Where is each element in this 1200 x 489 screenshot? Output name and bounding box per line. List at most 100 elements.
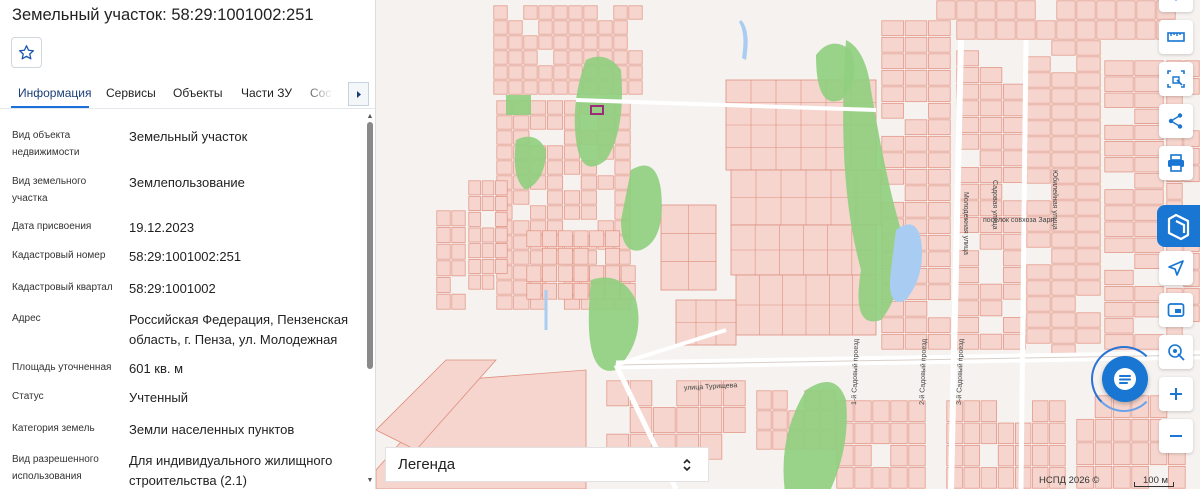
panel-scrollbar-thumb[interactable] — [367, 122, 373, 369]
legend-dropdown[interactable]: Легенда — [385, 447, 709, 482]
parcel — [605, 230, 620, 248]
parcel — [928, 102, 951, 119]
parcel — [956, 283, 979, 300]
parcel — [979, 283, 1003, 300]
parcel — [1003, 133, 1026, 150]
parcel — [468, 243, 481, 259]
parcel — [553, 20, 568, 35]
zoom-in-button[interactable] — [1159, 377, 1193, 411]
copyright-text: НСПД 2026 © — [1039, 475, 1100, 486]
parcel — [523, 65, 538, 80]
parcel — [493, 5, 508, 20]
share-button[interactable] — [1159, 104, 1193, 138]
zoom-out-icon — [1170, 435, 1182, 437]
tab-composition[interactable]: Состав — [310, 86, 350, 100]
parcel — [553, 5, 568, 20]
layers-button[interactable] — [1159, 293, 1193, 327]
tab-information[interactable]: Информация — [18, 86, 91, 100]
ruler-icon — [1167, 32, 1185, 42]
geolocation-button[interactable] — [1159, 335, 1193, 369]
parcel — [589, 230, 605, 248]
print-button[interactable] — [1159, 146, 1193, 180]
parcel — [1076, 216, 1101, 232]
nspd-panel-button[interactable] — [1157, 205, 1200, 247]
parcel — [530, 100, 547, 115]
tab-objects[interactable]: Объекты — [173, 86, 223, 100]
map-canvas[interactable]: улица ТурищеваМолодежная улица Садовая ул… — [376, 0, 1200, 489]
parcel — [1051, 248, 1076, 264]
parcel — [553, 65, 568, 80]
parcel — [979, 150, 1003, 167]
parcel — [538, 80, 553, 95]
field-label: Статус — [12, 391, 44, 402]
parcel — [563, 160, 580, 175]
scroll-up-arrow[interactable]: ▲ — [366, 112, 374, 120]
parcel — [563, 190, 580, 205]
navigate-button[interactable] — [1159, 251, 1193, 285]
parcel — [598, 20, 613, 35]
parcel — [997, 422, 1015, 445]
parcel — [872, 422, 890, 445]
parcel — [854, 444, 872, 467]
parcel — [1076, 232, 1101, 248]
cadastral-map[interactable]: улица Турищева Молодежная улица Садовая ул… — [376, 0, 1200, 489]
parcel — [1116, 0, 1136, 20]
parcel — [963, 467, 980, 489]
parcel — [1032, 444, 1049, 467]
parcel — [1116, 20, 1136, 40]
parcel — [1016, 20, 1036, 40]
select-area-button[interactable] — [1159, 62, 1193, 96]
parcel — [1026, 104, 1051, 120]
parcel — [1104, 189, 1134, 205]
parcel — [980, 467, 997, 489]
zoom-out-button[interactable] — [1159, 419, 1193, 453]
parcel — [904, 86, 928, 103]
parcel — [1032, 422, 1049, 445]
parcel — [573, 282, 589, 300]
parcel — [963, 422, 980, 445]
parcel — [956, 267, 979, 283]
parcel — [928, 69, 951, 86]
parcel — [1131, 418, 1149, 442]
favorite-button[interactable] — [11, 37, 42, 68]
parcel — [980, 422, 997, 445]
ruler-button[interactable] — [1159, 20, 1193, 54]
field-label: Адрес — [12, 313, 41, 324]
tab-services[interactable]: Сервисы — [106, 86, 156, 100]
tabs-scroll-right-button[interactable] — [348, 82, 369, 106]
field-value: 58:29:1001002:251 — [129, 249, 242, 264]
parcel — [1026, 232, 1051, 248]
parcel — [836, 467, 854, 489]
parcel — [526, 230, 542, 248]
parcel — [1051, 72, 1076, 88]
parcel — [756, 430, 772, 450]
chevron-up-down-icon — [683, 458, 691, 472]
parcel — [1076, 40, 1101, 56]
parcel — [772, 430, 788, 450]
parcel — [436, 227, 451, 243]
scroll-down-arrow[interactable]: ▼ — [366, 476, 374, 484]
parcel — [542, 265, 557, 283]
parcel — [979, 300, 1003, 317]
parcel — [979, 233, 1003, 250]
tab-parcel-parts[interactable]: Части ЗУ — [241, 86, 292, 100]
chat-button[interactable] — [1102, 356, 1148, 402]
parcel — [568, 50, 583, 65]
parcel — [1076, 20, 1096, 40]
parcel — [996, 20, 1016, 40]
parcel — [881, 20, 904, 37]
parcel — [653, 407, 676, 433]
parcel — [620, 265, 636, 283]
parcel — [956, 317, 979, 333]
parcel — [1076, 0, 1096, 20]
parcel — [553, 80, 568, 95]
parcel — [928, 152, 951, 169]
nspd-logo-icon — [1167, 213, 1189, 241]
top-tool-button[interactable] — [1159, 0, 1193, 12]
parcel — [1104, 205, 1134, 221]
parcel — [1026, 152, 1051, 168]
parcel — [928, 201, 951, 218]
parcel — [872, 467, 890, 489]
parcel — [1104, 318, 1134, 334]
parcel — [1051, 152, 1076, 168]
